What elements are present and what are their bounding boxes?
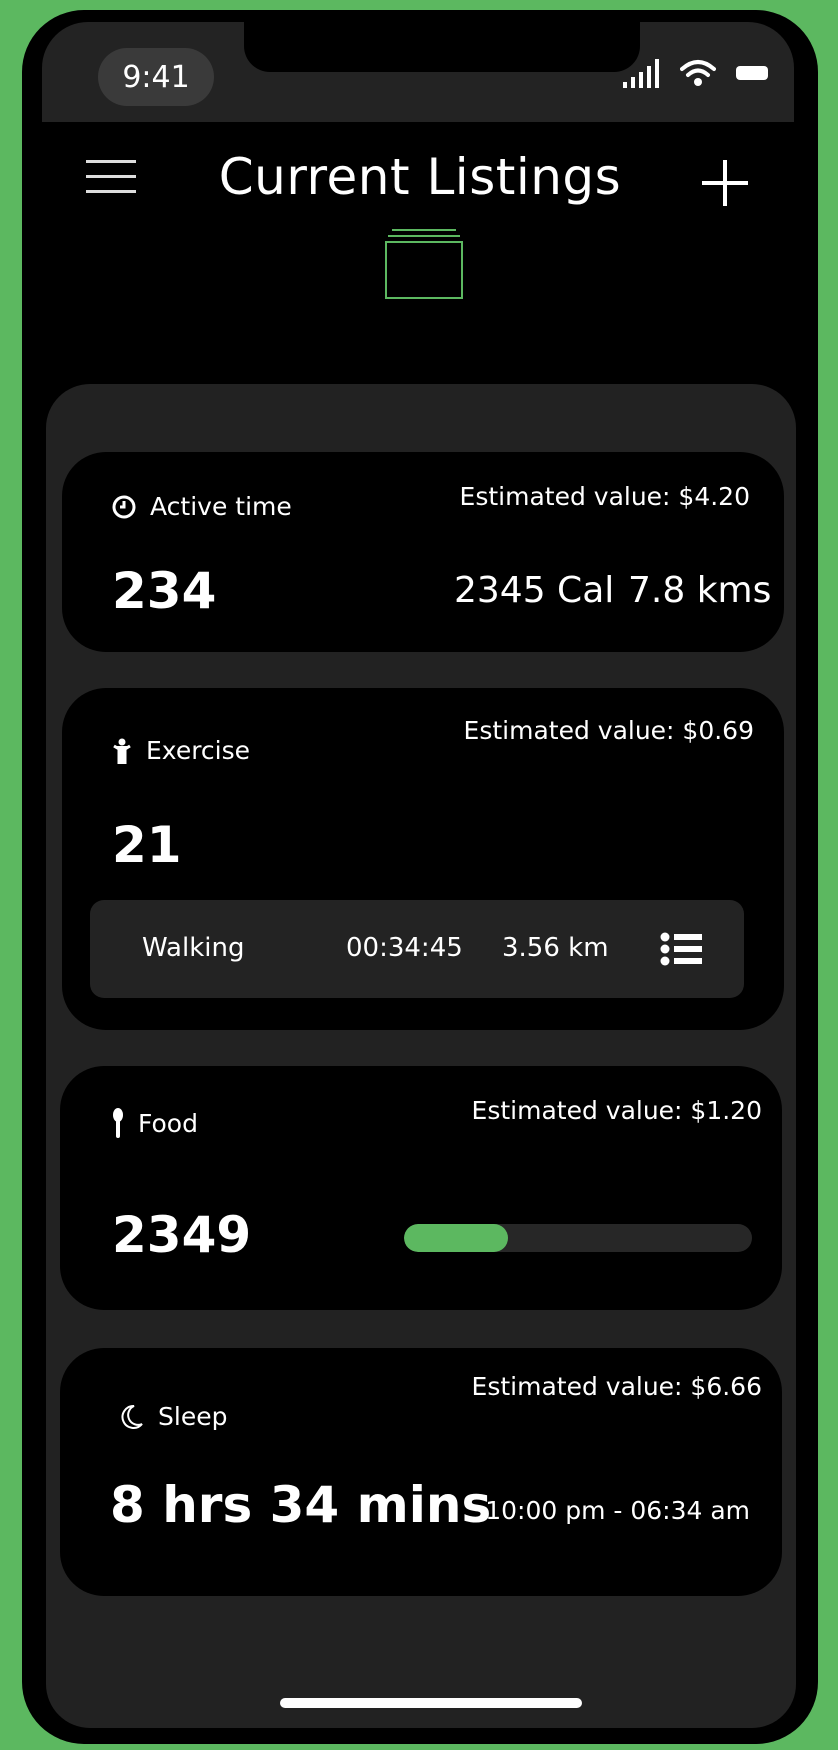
food-value: 2349 [112, 1206, 252, 1264]
active-time-value: 234 [112, 562, 217, 620]
food-label: Food [138, 1108, 198, 1138]
notch [244, 22, 640, 72]
active-time-label: Active time [150, 492, 292, 521]
sleep-label: Sleep [158, 1402, 228, 1431]
sleep-value: 8 hrs 34 mins [110, 1476, 492, 1534]
exercise-card[interactable]: Exercise Estimated value: $0.69 21 Walki… [62, 688, 784, 1030]
sleep-estimated-value: Estimated value: $6.66 [471, 1372, 762, 1401]
active-time-estimated-value: Estimated value: $4.20 [459, 482, 750, 511]
moon-icon [121, 1404, 143, 1429]
active-time-calories: 2345 Cal [454, 570, 615, 611]
food-estimated-value: Estimated value: $1.20 [471, 1096, 762, 1125]
listings-panel: Active time Estimated value: $4.20 234 2… [46, 384, 796, 1728]
food-card[interactable]: Food Estimated value: $1.20 2349 [60, 1066, 782, 1310]
exercise-label: Exercise [146, 736, 251, 765]
status-bar: 9:41 [42, 22, 794, 122]
spoon-icon [113, 1108, 123, 1138]
stack-icon [385, 229, 463, 299]
person-icon [113, 738, 131, 764]
sleep-card[interactable]: Sleep Estimated value: $6.66 8 hrs 34 mi… [60, 1348, 782, 1596]
exercise-value: 21 [112, 816, 182, 874]
phone-frame: 9:41 Current Listings Active time Estima… [22, 10, 818, 1744]
clock-icon [112, 495, 136, 518]
food-progress-bar [404, 1224, 752, 1252]
activity-duration: 00:34:45 [346, 933, 463, 963]
sleep-range: 10:00 pm - 06:34 am [485, 1496, 750, 1525]
battery-icon [736, 66, 768, 80]
activity-name: Walking [142, 933, 245, 963]
plus-icon[interactable] [702, 160, 748, 206]
home-indicator[interactable] [280, 1698, 582, 1708]
status-time: 9:41 [98, 48, 214, 106]
active-time-distance: 7.8 kms [628, 570, 772, 611]
activity-distance: 3.56 km [502, 933, 609, 963]
food-progress-fill [404, 1224, 509, 1252]
exercise-estimated-value: Estimated value: $0.69 [463, 716, 754, 745]
active-time-card[interactable]: Active time Estimated value: $4.20 234 2… [62, 452, 784, 652]
page-title: Current Listings [218, 148, 622, 206]
signal-icon [623, 59, 659, 88]
wifi-icon [680, 60, 716, 86]
exercise-activity-row[interactable]: Walking 00:34:45 3.56 km [90, 900, 744, 998]
list-icon[interactable] [660, 932, 702, 966]
